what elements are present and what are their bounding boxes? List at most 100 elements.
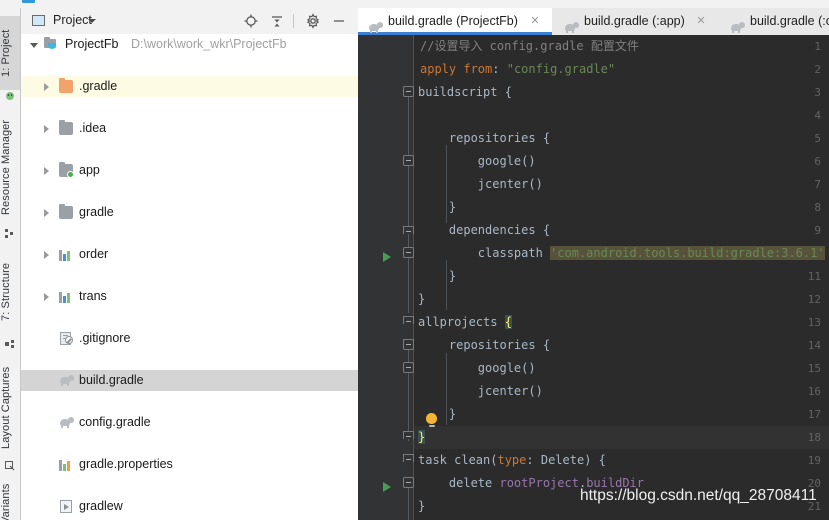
tree-row-project-root[interactable]: ProjectFb D:\work\work_wkr\ProjectFb [21,34,358,55]
tree-row-label: .gitignore [79,331,131,345]
project-panel-title: Project [53,13,92,27]
tab-build-gradle-projectfb[interactable]: build.gradle (ProjectFb) ✕ [358,8,552,35]
tree-row-gradle-properties[interactable]: gradle.properties [21,454,358,475]
tree-row-app[interactable]: app [21,160,358,181]
sidebar-item-layout-captures[interactable]: Layout Captures [0,356,20,460]
watermark-text: https://blog.csdn.net/qq_28708411 [580,487,817,504]
tree-row-order[interactable]: order [21,244,358,265]
run-gutter-icon[interactable] [383,482,391,492]
sidebar-item-structure[interactable]: 7: Structure [0,246,20,338]
line-number: 13 [807,316,821,329]
editor-gutter[interactable] [358,35,413,520]
collapse-all-icon[interactable] [269,13,285,29]
tab-label: build.gradle (:orde [750,14,829,28]
tree-row-label: config.gradle [79,415,151,429]
fold-toggle-task-clean[interactable] [403,477,414,488]
fold-region-line [408,346,409,441]
fold-toggle-allprojects[interactable] [403,339,414,350]
code-text: //设置导入 config.gradle 配置文件 [420,39,639,53]
fold-end-repositories[interactable] [403,226,414,234]
folder-orange-icon [59,78,73,93]
code-line-6: google() [420,154,536,168]
tab-build-gradle-app[interactable]: build.gradle (:app) ✕ [552,8,718,35]
code-line-8: } [420,200,457,214]
line-number: 6 [814,155,821,168]
run-gutter-icon[interactable] [383,252,391,262]
tree-row-gradlew[interactable]: gradlew [21,496,358,517]
gradle-file-icon [564,16,579,35]
fold-region-line [408,485,409,520]
code-line-7: jcenter() [420,177,543,191]
fold-end-allprojects[interactable] [403,454,414,462]
line-number: 14 [807,339,821,352]
fold-toggle-dependencies[interactable] [403,247,414,258]
capture-icon [5,460,15,471]
code-line-18: } [418,430,426,444]
current-line-highlight [413,426,829,449]
line-number: 17 [807,408,821,421]
tree-row-label: trans [79,289,107,303]
folder-module-icon [59,162,74,178]
line-number: 8 [814,201,821,214]
project-view-icon [32,15,45,26]
chevron-down-icon[interactable] [88,19,96,23]
tree-row-label: gradlew [79,499,123,513]
expand-arrow-icon[interactable] [44,293,49,301]
gradle-file-icon [730,16,745,35]
sidebar-item-project[interactable]: 1: Project [0,16,20,90]
code-line-9: dependencies { [420,223,551,237]
expand-arrow-icon[interactable] [44,251,49,259]
fold-region-line [408,93,409,313]
code-line-14: repositories { [420,338,551,352]
tree-row-label: build.gradle [79,373,144,387]
tree-row-trans[interactable]: trans [21,286,358,307]
expand-arrow-icon[interactable] [44,125,49,133]
fold-toggle-buildscript[interactable] [403,86,414,97]
window-menu-bar-sliver [0,0,829,8]
grid-icon [5,338,15,348]
minimize-icon[interactable] [331,13,347,29]
line-number: 7 [814,178,821,191]
sidebar-item-variants[interactable]: Variants [0,476,20,520]
expand-arrow-icon[interactable] [44,167,49,175]
project-tree[interactable]: ProjectFb D:\work\work_wkr\ProjectFb .gr… [21,34,358,520]
code-line-21: } [418,499,426,513]
code-line-13: allprojects { [418,315,512,329]
tree-row-gradle[interactable]: gradle [21,202,358,223]
gradle-file-icon [59,417,74,428]
expand-arrow-icon[interactable] [44,209,49,217]
tree-row-config-gradle[interactable]: config.gradle [21,412,358,433]
tab-build-gradle-order[interactable]: build.gradle (:orde [718,8,829,35]
locate-in-tree-icon[interactable] [243,13,259,29]
script-file-icon [60,500,72,513]
structure-glyph-icon [5,228,15,238]
folder-icon [59,120,73,135]
tree-row-gitignore[interactable]: .gitignore [21,328,358,349]
tree-row-label: ProjectFb [65,37,119,51]
expand-arrow-icon[interactable] [44,83,49,91]
tree-row-dot-idea[interactable]: .idea [21,118,358,139]
fold-toggle-repositories-2[interactable] [403,362,414,373]
tree-row-build-gradle[interactable]: build.gradle [21,370,358,391]
sidebar-item-resource-manager[interactable]: Resource Manager [0,106,20,228]
close-icon[interactable]: ✕ [696,16,706,27]
project-tool-window: Project ProjectFb D:\work\work_wkr\Proje… [21,8,358,520]
fold-end-dependencies[interactable] [403,316,414,324]
code-editor[interactable]: 1 2 3 4 5 6 7 8 9 10 11 12 13 14 15 16 1… [358,35,829,520]
expand-arrow-icon[interactable] [30,43,38,48]
left-tool-window-bar: 1: Project Resource Manager 7: Structure… [0,8,21,520]
tree-row-label: app [79,163,100,177]
code-line-15: google() [420,361,536,375]
fold-end-repositories-2[interactable] [403,431,414,439]
fold-toggle-repositories[interactable] [403,155,414,166]
code-line-10: classpath 'com.android.tools.build:gradl… [420,246,825,260]
code-line-19: task clean(type: Delete) { [418,453,606,467]
gradle-file-icon [59,375,74,386]
gear-icon[interactable] [305,13,321,29]
line-number: 1 [814,40,821,53]
tree-row-dot-gradle[interactable]: .gradle [21,76,358,97]
code-line-17: } [420,407,457,421]
line-number: 5 [814,132,821,145]
close-icon[interactable]: ✕ [530,16,540,27]
line-number: 15 [807,362,821,375]
